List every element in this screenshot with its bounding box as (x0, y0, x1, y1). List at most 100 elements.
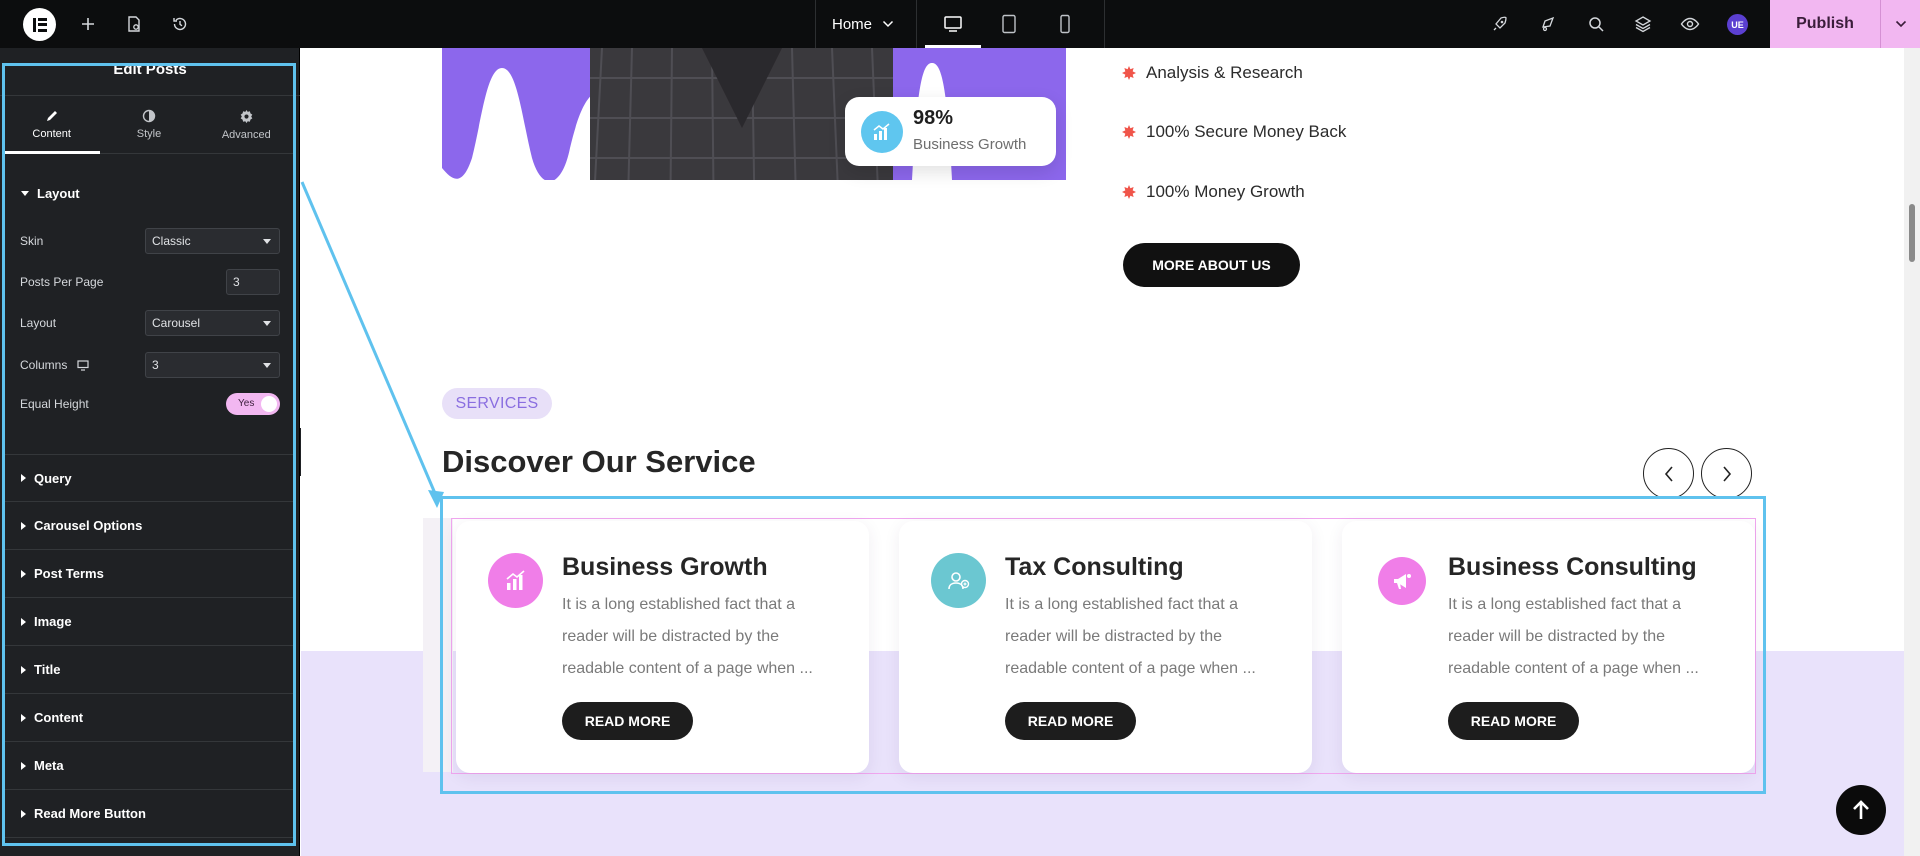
control-columns: Columns 3 (20, 351, 280, 379)
control-skin: Skin Classic (20, 227, 280, 255)
caret-right-icon (21, 713, 26, 722)
caret-right-icon (21, 761, 26, 770)
widget-selection-frame (440, 496, 1766, 794)
layout-label: Layout (20, 316, 57, 330)
section-image-header[interactable]: Image (3, 598, 295, 646)
section-post-terms-title: Post Terms (34, 566, 104, 581)
section-meta-header[interactable]: Meta (3, 742, 295, 790)
layout-value: Carousel (152, 316, 201, 330)
services-tag: SERVICES (442, 388, 552, 419)
dropdown-arrow-icon (263, 362, 271, 368)
section-heading: Discover Our Service (442, 444, 756, 479)
columns-value: 3 (152, 358, 159, 372)
layout-select[interactable]: Carousel (145, 310, 280, 336)
section-read-more-button-header[interactable]: Read More Button (3, 790, 295, 838)
starburst-bullet-icon (1122, 125, 1136, 139)
chevron-left-icon (1664, 465, 1673, 482)
desktop-view-icon[interactable] (925, 0, 981, 48)
section-query-title: Query (34, 470, 72, 486)
tab-style-label: Style (136, 128, 162, 140)
publish-options-chevron-icon[interactable] (1880, 0, 1920, 48)
columns-label: Columns (20, 358, 89, 372)
chevron-right-icon (1722, 465, 1731, 482)
section-query-header[interactable]: Query (3, 454, 295, 502)
carousel-prev-button[interactable] (1643, 448, 1694, 499)
caret-right-icon (21, 665, 26, 674)
dropdown-arrow-icon (263, 238, 271, 244)
page-selector[interactable]: Home (832, 0, 894, 48)
caret-right-icon (21, 474, 26, 482)
publish-button-group[interactable]: Publish (1770, 0, 1920, 48)
feature-item: 100% Secure Money Back (1122, 122, 1346, 142)
user-avatar[interactable]: UE (1727, 14, 1748, 35)
caret-down-icon (21, 190, 29, 196)
feature-item: Analysis & Research (1122, 63, 1303, 83)
skin-value: Classic (152, 234, 191, 248)
section-content-title: Content (34, 710, 84, 725)
ai-rocket-icon[interactable] (1484, 0, 1516, 48)
feature-text: 100% Money Growth (1146, 182, 1305, 201)
feature-text: Analysis & Research (1146, 63, 1303, 82)
caret-right-icon (21, 569, 26, 578)
pencil-icon (46, 111, 57, 121)
section-post-terms-header[interactable]: Post Terms (3, 550, 295, 598)
section-meta-title: Meta (34, 758, 64, 773)
stat-label: Business Growth (913, 136, 1027, 153)
skin-label: Skin (20, 234, 44, 248)
section-read-more-button-title: Read More Button (34, 806, 146, 821)
section-title-header[interactable]: Title (3, 646, 295, 694)
mobile-view-icon[interactable] (1037, 0, 1093, 48)
columns-select[interactable]: 3 (145, 352, 280, 378)
control-layout: Layout Carousel (20, 309, 280, 337)
search-icon[interactable] (1580, 0, 1612, 48)
more-about-us-button[interactable]: MORE ABOUT US (1123, 243, 1300, 287)
tab-content[interactable]: Content (3, 96, 101, 154)
elementor-logo-icon[interactable] (23, 8, 56, 41)
carousel-next-button[interactable] (1701, 448, 1752, 499)
toggle-knob (261, 396, 277, 412)
caret-right-icon (21, 521, 26, 530)
section-title-title: Title (34, 662, 61, 677)
arrow-up-icon (1853, 800, 1869, 819)
control-equal-height: Equal Height Yes (20, 390, 280, 418)
section-layout-header[interactable]: Layout (3, 169, 295, 217)
desktop-responsive-icon[interactable] (77, 359, 89, 371)
publish-button[interactable]: Publish (1770, 15, 1880, 33)
dropdown-arrow-icon (263, 320, 271, 326)
chevron-down-icon (882, 20, 894, 28)
panel-tabs: Content Style Advanced (3, 96, 295, 154)
columns-label-text: Columns (20, 358, 68, 372)
scroll-to-top-button[interactable] (1836, 785, 1886, 835)
growth-chart-icon (861, 111, 903, 153)
gear-icon (240, 109, 253, 123)
feature-text: 100% Secure Money Back (1146, 122, 1347, 141)
page-scrollbar[interactable] (1904, 48, 1920, 856)
history-icon[interactable] (164, 0, 196, 48)
panel-title: Edit Posts (0, 48, 300, 96)
skin-select[interactable]: Classic (145, 228, 280, 254)
section-carousel-options-header[interactable]: Carousel Options (3, 502, 295, 550)
page-name: Home (832, 15, 873, 33)
tablet-view-icon[interactable] (981, 0, 1037, 48)
structure-layers-icon[interactable] (1627, 0, 1659, 48)
tab-advanced[interactable]: Advanced (198, 96, 295, 153)
starburst-bullet-icon (1122, 185, 1136, 199)
whats-new-icon[interactable] (1532, 0, 1564, 48)
equal-height-toggle[interactable]: Yes (226, 393, 280, 415)
posts-per-page-input[interactable]: 3 (226, 269, 280, 295)
section-image-title: Image (34, 614, 72, 629)
tab-style[interactable]: Style (100, 96, 197, 153)
section-content-header[interactable]: Content (3, 694, 295, 742)
feature-item: 100% Money Growth (1122, 182, 1305, 202)
equal-height-label: Equal Height (20, 397, 89, 411)
page-settings-icon[interactable] (118, 0, 150, 48)
posts-per-page-label: Posts Per Page (20, 275, 104, 289)
equal-height-value: Yes (238, 398, 255, 409)
add-element-icon[interactable] (72, 0, 104, 48)
editor-top-bar: Home UE Publish (0, 0, 1920, 48)
stat-value: 98% (913, 107, 954, 129)
control-posts-per-page: Posts Per Page 3 (20, 268, 280, 296)
scrollbar-thumb[interactable] (1909, 204, 1915, 262)
preview-eye-icon[interactable] (1674, 0, 1706, 48)
caret-right-icon (21, 617, 26, 626)
